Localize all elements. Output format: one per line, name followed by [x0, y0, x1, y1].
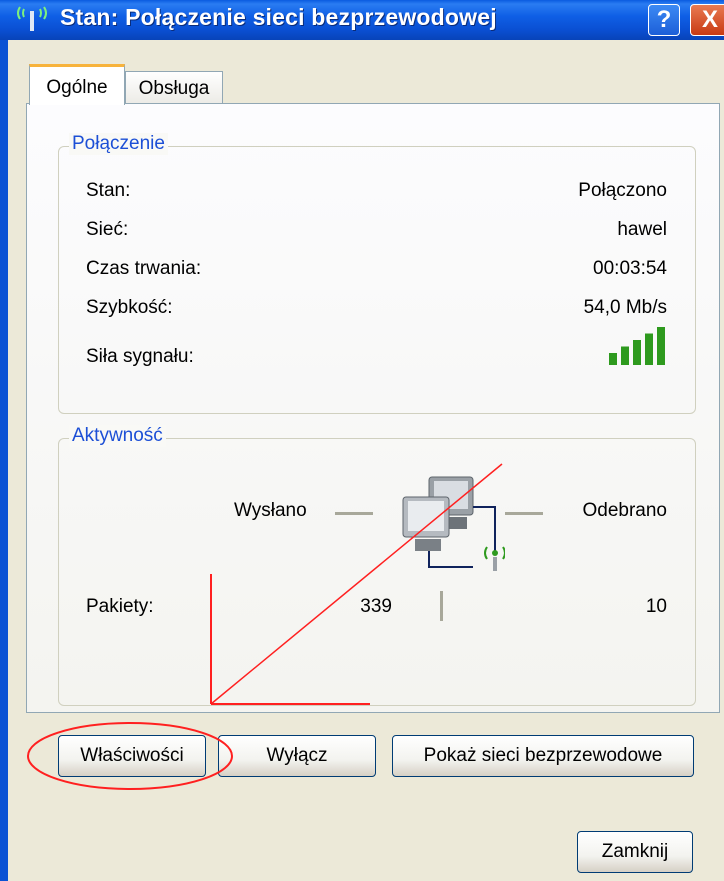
packets-received-value: 10 — [645, 596, 667, 617]
network-computers-icon — [402, 476, 505, 571]
status-label: Stan: — [86, 180, 131, 201]
tab-page-general: Połączenie Stan: Połączono Sieć: hawel C… — [26, 103, 720, 713]
signal-bar — [621, 346, 629, 365]
signal-bar — [657, 327, 665, 365]
tab-support[interactable]: Obsługa — [125, 71, 223, 104]
title-bar[interactable]: Stan: Połączenie sieci bezprzewodowej ? … — [0, 0, 724, 40]
window-frame-left — [0, 40, 8, 881]
sent-label: Wysłano — [234, 500, 307, 521]
network-value: hawel — [617, 219, 667, 240]
help-button[interactable]: ? — [648, 4, 680, 36]
signal-strength-icon — [609, 327, 665, 365]
window-title: Stan: Połączenie sieci bezprzewodowej — [60, 4, 497, 30]
connection-group-title: Połączenie — [69, 133, 168, 155]
network-label: Sieć: — [86, 219, 129, 240]
disable-button[interactable]: Wyłącz — [218, 735, 376, 777]
tab-general[interactable]: Ogólne — [29, 64, 125, 105]
packets-label: Pakiety: — [86, 596, 154, 617]
close-button[interactable]: Zamknij — [577, 831, 693, 873]
speed-value: 54,0 Mb/s — [583, 297, 667, 318]
received-label: Odebrano — [582, 500, 667, 521]
duration-value: 00:03:54 — [593, 258, 667, 279]
properties-button[interactable]: Właściwości — [58, 735, 206, 777]
activity-group-title: Aktywność — [69, 425, 166, 447]
status-value: Połączono — [578, 180, 667, 201]
packets-divider — [440, 591, 443, 621]
wireless-network-icon — [17, 6, 47, 31]
show-wireless-networks-button[interactable]: Pokaż sieci bezprzewodowe — [392, 735, 694, 777]
connection-group: Połączenie Stan: Połączono Sieć: hawel C… — [58, 133, 696, 414]
close-window-button[interactable]: X — [690, 4, 724, 36]
speed-label: Szybkość: — [86, 297, 173, 318]
duration-label: Czas trwania: — [86, 258, 202, 279]
activity-group: Aktywność Wysłano Odebrano Pakiety: 339 … — [58, 425, 696, 706]
signal-bar — [633, 340, 641, 365]
received-connector-line — [505, 512, 543, 515]
signal-bar — [609, 353, 617, 365]
sent-connector-line — [335, 512, 373, 515]
signal-bar — [645, 333, 653, 365]
signal-strength-label: Siła sygnału: — [86, 346, 194, 367]
packets-sent-value: 339 — [360, 596, 392, 617]
